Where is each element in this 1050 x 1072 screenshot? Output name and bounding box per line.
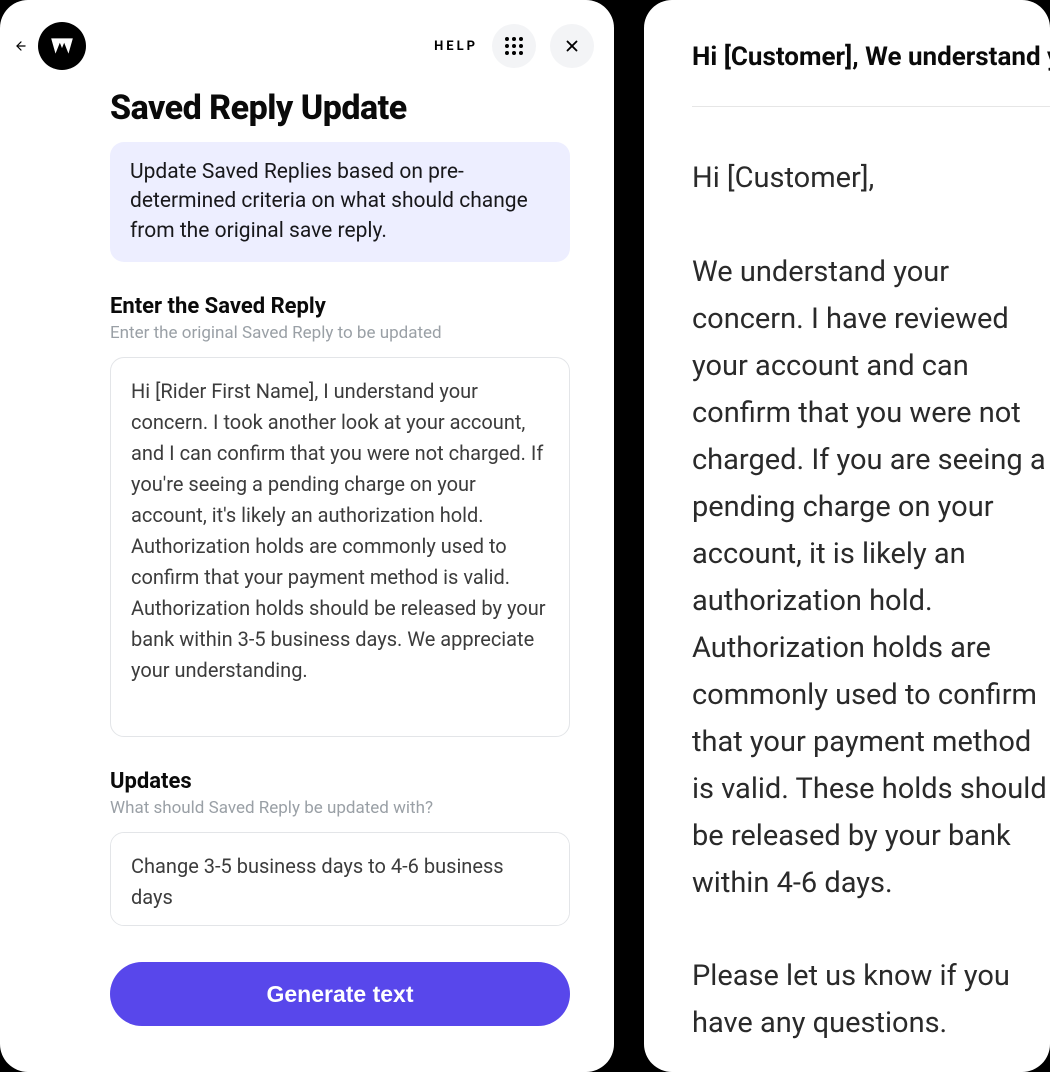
back-button[interactable] [12, 37, 30, 55]
close-icon [563, 37, 581, 55]
grid-icon [505, 37, 523, 55]
info-box: Update Saved Replies based on pre-determ… [110, 142, 570, 262]
saved-reply-input[interactable] [110, 357, 570, 737]
editor-panel: HELP Saved Reply Update Update Saved Rep… [0, 0, 614, 1072]
topbar-left [12, 22, 86, 70]
updates-label: Updates [110, 769, 570, 794]
arrow-left-icon [14, 39, 28, 53]
saved-reply-label: Enter the Saved Reply [110, 294, 570, 319]
updates-input[interactable] [110, 832, 570, 926]
topbar-right: HELP [434, 24, 594, 68]
app-logo[interactable] [38, 22, 86, 70]
close-button[interactable] [550, 24, 594, 68]
preview-body: Hi [Customer], We understand your concer… [692, 155, 1050, 1047]
generate-button[interactable]: Generate text [110, 962, 570, 1026]
preview-divider [692, 106, 1050, 107]
preview-panel: Hi [Customer], We understand your concer… [644, 0, 1050, 1072]
saved-reply-sublabel: Enter the original Saved Reply to be upd… [110, 323, 570, 343]
editor-content: Saved Reply Update Update Saved Replies … [0, 88, 614, 1048]
logo-icon [49, 33, 75, 59]
apps-button[interactable] [492, 24, 536, 68]
preview-subject: Hi [Customer], We understand your concer… [692, 42, 1050, 72]
updates-sublabel: What should Saved Reply be updated with? [110, 798, 570, 818]
topbar: HELP [0, 22, 614, 70]
help-link[interactable]: HELP [434, 39, 478, 54]
page-title: Saved Reply Update [110, 88, 570, 128]
